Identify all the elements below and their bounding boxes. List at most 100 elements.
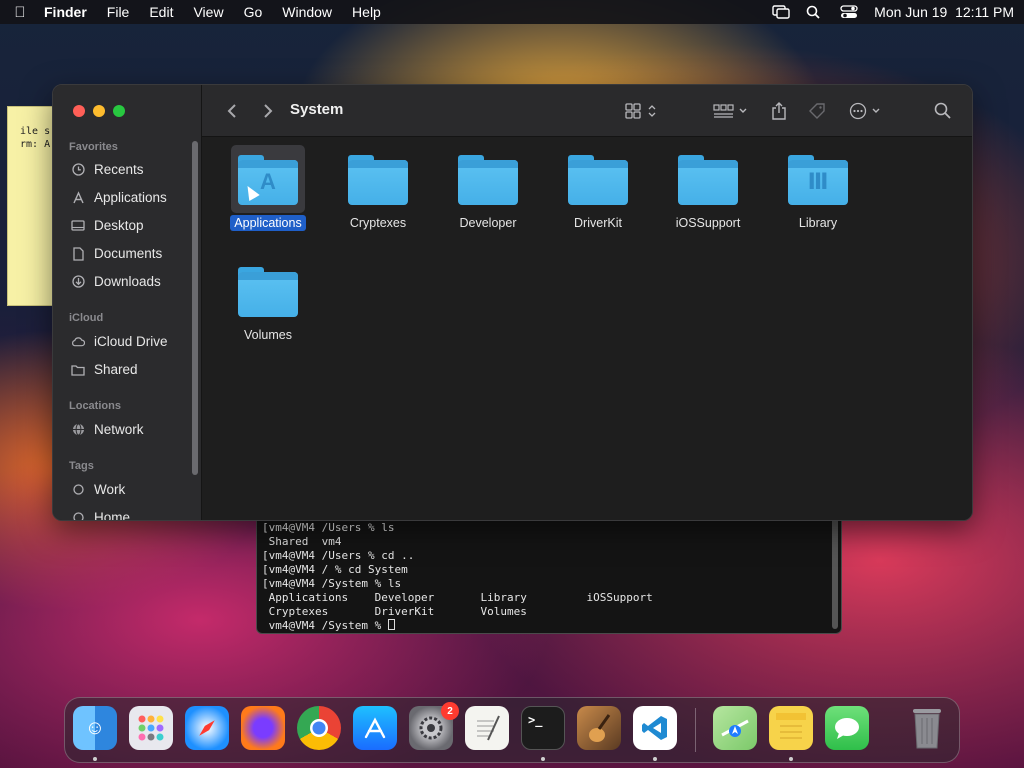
folder-item-library[interactable]: Ⅲ Library: [770, 145, 866, 231]
dock-chrome-icon[interactable]: [297, 706, 341, 750]
dock-garageband-icon[interactable]: [577, 706, 621, 750]
library-building-icon: Ⅲ: [807, 168, 829, 194]
dock-safari-icon[interactable]: [185, 706, 229, 750]
sidebar-item-network[interactable]: Network: [71, 422, 144, 437]
menu-file[interactable]: File: [107, 4, 130, 20]
tag-circle-icon: [71, 483, 85, 497]
clock-icon: [71, 163, 85, 177]
sidebar-item-label: Downloads: [94, 274, 161, 289]
dock-vscode-icon[interactable]: [633, 706, 677, 750]
folder-icon-wrap: [671, 145, 745, 213]
folder-item-volumes[interactable]: Volumes: [220, 257, 316, 343]
sidebar-item-downloads[interactable]: Downloads: [71, 274, 161, 289]
folder-icon-wrap: [561, 145, 635, 213]
minimize-button[interactable]: [93, 105, 105, 117]
folder-icon: [238, 267, 298, 317]
menu-help[interactable]: Help: [352, 4, 381, 20]
menu-datetime[interactable]: Mon Jun 19 12:11 PM: [874, 4, 1014, 20]
dock-running-indicator: [653, 757, 657, 761]
sidebar-item-label: Desktop: [94, 218, 144, 233]
finder-toolbar: System: [202, 85, 972, 137]
document-icon: [71, 246, 85, 261]
sidebar-item-icloud-drive[interactable]: iCloud Drive: [71, 334, 168, 349]
terminal-line: [vm4@VM4 /Users % ls: [262, 521, 395, 534]
terminal-cursor: [387, 619, 395, 630]
share-icon[interactable]: [768, 99, 790, 123]
sidebar-scrollbar[interactable]: [192, 141, 198, 475]
dock-trash-icon[interactable]: [905, 706, 949, 750]
sidebar-item-label: Work: [94, 482, 126, 497]
dock-app-store-icon[interactable]: [353, 706, 397, 750]
sidebar-item-tag-home[interactable]: Home: [71, 510, 130, 520]
zoom-button[interactable]: [113, 105, 125, 117]
folder-item-applications[interactable]: A Applications: [220, 145, 316, 231]
folder-item-developer[interactable]: Developer: [440, 145, 536, 231]
menu-bar:  Finder File Edit View Go Window Help M…: [0, 0, 1024, 24]
dock-firefox-icon[interactable]: [241, 706, 285, 750]
shared-folder-icon: [71, 363, 85, 377]
dock-messages-icon[interactable]: [825, 706, 869, 750]
forward-chevron-icon[interactable]: [258, 99, 278, 123]
terminal-scrollbar[interactable]: [832, 517, 838, 629]
search-icon[interactable]: [932, 99, 954, 123]
menu-edit[interactable]: Edit: [149, 4, 173, 20]
desktop-icon: [71, 219, 85, 233]
folder-label: Cryptexes: [349, 216, 407, 230]
sticky-line: rm: A: [20, 139, 51, 150]
notification-badge: 2: [441, 702, 459, 720]
dock-finder-icon[interactable]: ☺: [73, 706, 117, 750]
apps-icon: [71, 191, 85, 205]
menu-window[interactable]: Window: [282, 4, 332, 20]
sidebar-item-label: Network: [94, 422, 144, 437]
folder-label: DriverKit: [574, 216, 622, 230]
folder-icon: [348, 155, 408, 205]
sticky-line: ile s: [20, 126, 51, 137]
terminal-line: [vm4@VM4 /System % ls: [262, 577, 402, 590]
dock: ☺ 2 >_: [64, 697, 960, 763]
close-button[interactable]: [73, 105, 85, 117]
tag-circle-icon: [71, 511, 85, 520]
spotlight-search-icon[interactable]: [806, 5, 824, 19]
dock-running-indicator: [93, 757, 97, 761]
finder-sidebar: Favorites Recents Applications Desktop D…: [53, 85, 202, 520]
terminal-line: [vm4@VM4 / % cd System: [262, 563, 408, 576]
control-center-icon[interactable]: [840, 5, 858, 19]
menu-app-name[interactable]: Finder: [44, 4, 87, 20]
apple-menu-icon[interactable]: : [10, 4, 30, 21]
folder-item-iossupport[interactable]: iOSSupport: [660, 145, 756, 231]
more-actions-icon[interactable]: [848, 99, 888, 123]
folder-label: Developer: [459, 216, 517, 230]
folder-icon-wrap: [341, 145, 415, 213]
sidebar-item-shared[interactable]: Shared: [71, 362, 138, 377]
sidebar-item-applications[interactable]: Applications: [71, 190, 167, 205]
dock-textedit-icon[interactable]: [465, 706, 509, 750]
back-chevron-icon[interactable]: [222, 99, 242, 123]
dock-maps-icon[interactable]: [713, 706, 757, 750]
folder-item-driverkit[interactable]: DriverKit: [550, 145, 646, 231]
download-icon: [71, 275, 85, 289]
group-by-icon[interactable]: [712, 99, 752, 123]
screen-mirroring-icon[interactable]: [772, 5, 790, 19]
sidebar-item-tag-work[interactable]: Work: [71, 482, 125, 497]
terminal-line: Cryptexes DriverKit Volumes: [262, 605, 527, 618]
finder-content: A Applications Cryptexes Developer Drive…: [202, 137, 972, 520]
folder-label: iOSSupport: [675, 216, 741, 230]
terminal-window[interactable]: [vm4@VM4 /Users % ls Shared vm4 [vm4@VM4…: [256, 510, 842, 634]
sidebar-item-label: Recents: [94, 162, 144, 177]
view-grid-icon[interactable]: [624, 99, 660, 123]
dock-terminal-icon[interactable]: >_: [521, 706, 565, 750]
sidebar-item-recents[interactable]: Recents: [71, 162, 144, 177]
sidebar-item-documents[interactable]: Documents: [71, 246, 162, 261]
menu-view[interactable]: View: [193, 4, 223, 20]
sticky-note[interactable]: ile s rm: A: [7, 106, 55, 306]
sidebar-item-desktop[interactable]: Desktop: [71, 218, 144, 233]
folder-item-cryptexes[interactable]: Cryptexes: [330, 145, 426, 231]
terminal-line: Shared vm4: [262, 535, 342, 548]
dock-launchpad-icon[interactable]: [129, 706, 173, 750]
tag-icon[interactable]: [806, 99, 828, 123]
terminal-prompt-line[interactable]: vm4@VM4 /System %: [262, 619, 841, 633]
dock-system-settings-icon[interactable]: 2: [409, 702, 459, 750]
dock-notes-icon[interactable]: [769, 706, 813, 750]
terminal-line: Applications Developer Library iOSSuppor…: [262, 591, 653, 604]
menu-go[interactable]: Go: [244, 4, 263, 20]
